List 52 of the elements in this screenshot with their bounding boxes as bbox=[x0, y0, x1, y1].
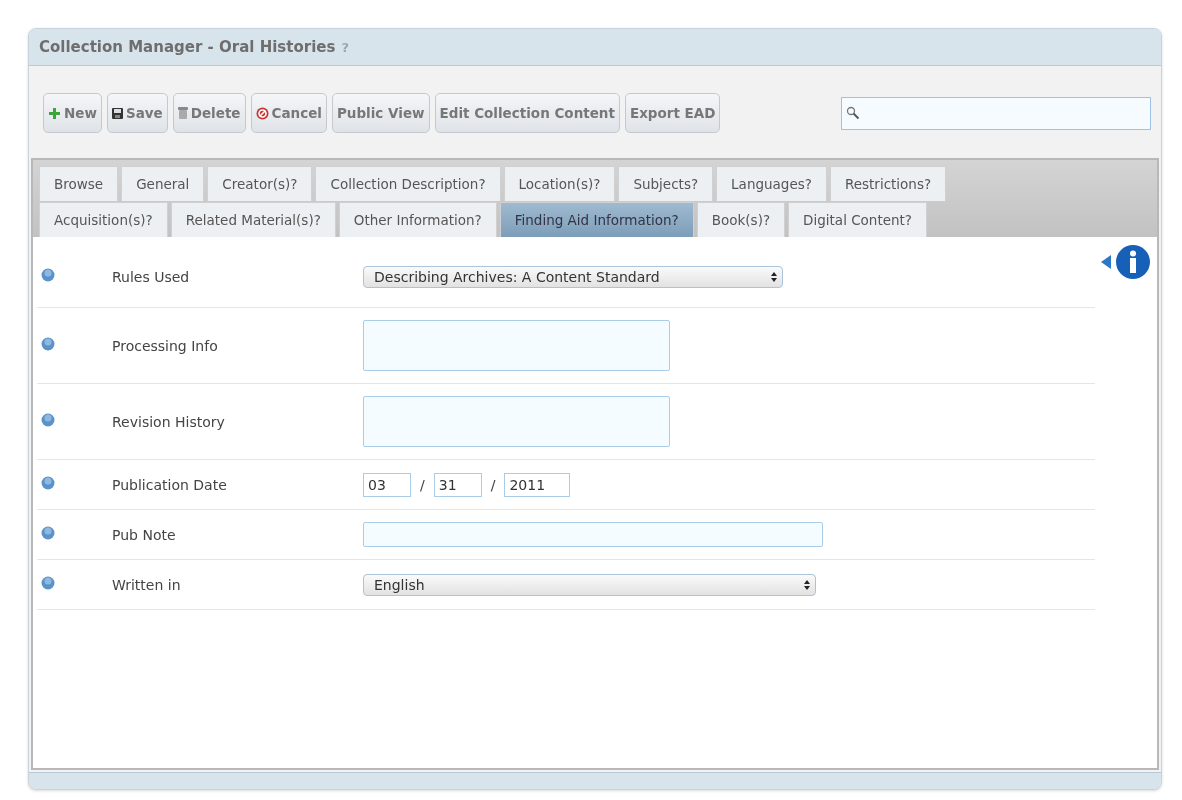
panel-title: Collection Manager - Oral Histories bbox=[39, 38, 336, 56]
tab[interactable]: Other Information? bbox=[338, 202, 497, 237]
date-separator: / bbox=[490, 476, 496, 493]
input-field[interactable] bbox=[363, 522, 823, 547]
tab[interactable]: Digital Content? bbox=[788, 202, 928, 237]
toolbar-button[interactable]: Edit Collection Content bbox=[434, 93, 620, 133]
dropdown[interactable]: English bbox=[363, 573, 816, 596]
tab[interactable]: Restrictions? bbox=[829, 166, 947, 201]
toolbar-button[interactable]: Save bbox=[106, 93, 168, 133]
toolbar-button[interactable]: Public View bbox=[331, 93, 430, 133]
help-icon[interactable] bbox=[41, 576, 55, 590]
help-icon[interactable] bbox=[41, 337, 55, 351]
date-field[interactable]: 31 bbox=[433, 472, 482, 497]
toolbar-button[interactable]: Cancel bbox=[250, 93, 327, 133]
stepper-arrows-icon bbox=[803, 578, 811, 591]
tab[interactable]: Finding Aid Information? bbox=[499, 202, 694, 237]
tab[interactable]: Collection Description? bbox=[315, 166, 501, 201]
tab[interactable]: Languages? bbox=[716, 166, 827, 201]
toolbar-button[interactable]: Delete bbox=[172, 93, 246, 133]
field-label: Written in bbox=[112, 576, 182, 593]
info-icon[interactable] bbox=[1099, 244, 1151, 280]
field-label: Pub Note bbox=[112, 526, 177, 543]
help-icon[interactable] bbox=[41, 268, 55, 282]
date-field[interactable]: 03 bbox=[363, 472, 411, 497]
tab[interactable]: Subjects? bbox=[618, 166, 714, 201]
tab[interactable]: Browse bbox=[39, 166, 119, 201]
field-label: Revision History bbox=[112, 413, 226, 430]
stepper-arrows-icon bbox=[770, 270, 778, 283]
date-separator: / bbox=[420, 476, 425, 493]
help-icon[interactable] bbox=[41, 476, 55, 490]
cancel-icon bbox=[255, 106, 269, 120]
date-field[interactable]: 2011 bbox=[504, 472, 571, 497]
field-label: Rules Used bbox=[112, 268, 191, 285]
tab[interactable]: Book(s)? bbox=[696, 202, 786, 237]
dropdown[interactable]: Describing Archives: A Content Standard bbox=[363, 265, 783, 288]
search-field[interactable] bbox=[841, 96, 1151, 130]
help-icon[interactable] bbox=[41, 526, 55, 540]
tab[interactable]: Related Material(s)? bbox=[170, 202, 336, 237]
toolbar-button[interactable]: Export EAD bbox=[624, 93, 721, 133]
tab[interactable]: Creator(s)? bbox=[207, 166, 313, 201]
toolbar-button[interactable]: New bbox=[43, 93, 102, 133]
tab[interactable]: Acquisition(s)? bbox=[39, 202, 168, 237]
tab[interactable]: General bbox=[121, 166, 205, 201]
text-area[interactable] bbox=[363, 320, 670, 371]
field-label: Processing Info bbox=[112, 337, 219, 354]
text-area[interactable] bbox=[363, 396, 670, 447]
trash-can-icon bbox=[177, 107, 188, 119]
plus-icon bbox=[48, 106, 61, 120]
tab[interactable]: Location(s)? bbox=[503, 166, 616, 201]
search-icon bbox=[846, 106, 860, 120]
help-icon[interactable] bbox=[41, 413, 55, 427]
field-label: Publication Date bbox=[112, 476, 228, 493]
